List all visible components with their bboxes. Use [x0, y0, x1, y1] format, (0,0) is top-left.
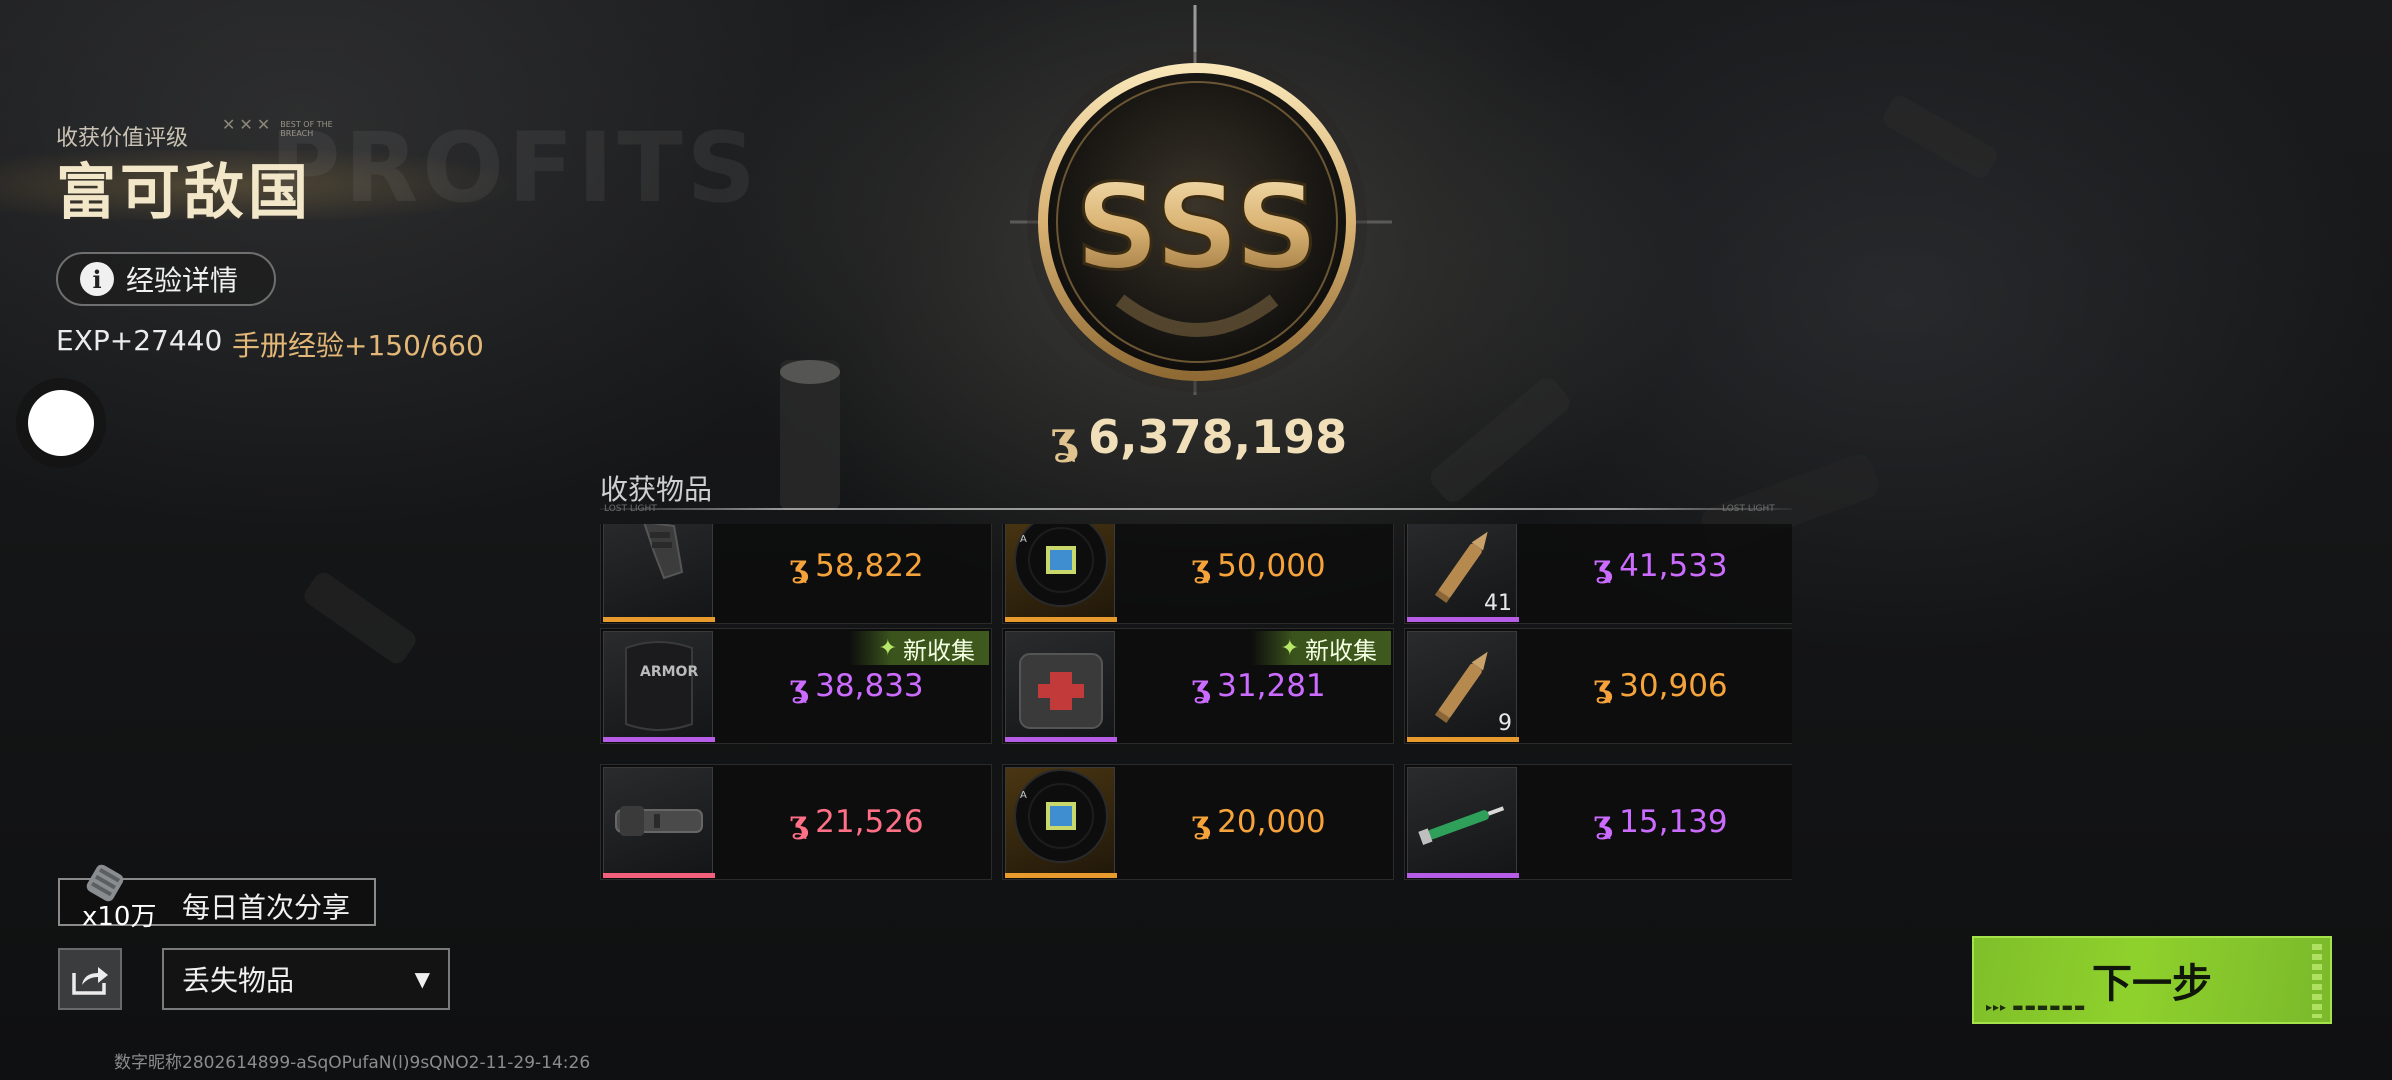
coin-icon: ʓ — [1191, 667, 1210, 705]
item-thumbnail — [1407, 767, 1517, 877]
item-card[interactable]: ʓ 15,139 — [1404, 764, 1792, 880]
item-thumbnail — [1005, 631, 1115, 741]
rarity-bar — [603, 873, 715, 878]
item-card[interactable]: ʓ 58,822 — [600, 524, 992, 624]
item-card[interactable]: 41 ʓ 41,533 — [1404, 524, 1792, 624]
rarity-bar — [1407, 737, 1519, 742]
item-price-value: 15,139 — [1619, 804, 1728, 840]
rarity-bar — [1005, 873, 1117, 878]
total-value-text: 6,378,198 — [1088, 410, 1348, 464]
item-thumbnail — [603, 767, 713, 877]
new-collection-label: 新收集 — [903, 636, 975, 665]
sparkle-icon: ✦ — [1280, 635, 1299, 661]
item-price-value: 58,822 — [815, 548, 924, 584]
item-thumbnail: A — [1005, 767, 1115, 877]
item-price: ʓ 31,281 — [1191, 667, 1326, 705]
new-collection-tag: ✦ 新收集 — [848, 631, 989, 665]
item-card[interactable]: Aʓ 50,000 — [1002, 524, 1394, 624]
floating-assistive-ball[interactable] — [28, 390, 94, 456]
rating-title: 富可敌国 — [56, 158, 312, 228]
exp-detail-button[interactable]: i 经验详情 — [56, 252, 276, 306]
total-value: ʓ 6,378,198 — [1050, 410, 1350, 464]
item-card[interactable]: Aʓ 20,000 — [1002, 764, 1394, 880]
item-quantity: 41 — [1484, 591, 1512, 616]
item-price-value: 20,000 — [1217, 804, 1326, 840]
info-icon: i — [80, 262, 114, 296]
coin-icon: ʓ — [789, 547, 808, 585]
item-thumbnail: 9 — [1407, 631, 1517, 741]
profits-watermark: PROFITS — [270, 112, 760, 224]
lost-light-tag-left: LOST LIGHT — [604, 504, 657, 514]
lost-items-dropdown[interactable]: 丢失物品 ▼ — [162, 948, 450, 1010]
item-quantity: 9 — [1498, 711, 1512, 736]
item-price: ʓ 21,526 — [789, 803, 924, 841]
coin-icon: ʓ — [1191, 547, 1210, 585]
item-price: ʓ 41,533 — [1593, 547, 1728, 585]
item-card[interactable]: ʓ 21,526 — [600, 764, 992, 880]
item-price: ʓ 15,139 — [1593, 803, 1728, 841]
coin-icon: ʓ — [1593, 667, 1612, 705]
rarity-bar — [603, 737, 715, 742]
exp-text: EXP+27440 — [56, 324, 223, 357]
rarity-bar — [1005, 737, 1117, 742]
daily-share-label: 每日首次分享 — [182, 891, 351, 924]
coin-icon: ʓ — [1593, 547, 1612, 585]
item-price: ʓ 20,000 — [1191, 803, 1326, 841]
best-of-badge: ✕✕✕ BEST OF THE BREACH — [222, 117, 336, 139]
sparkle-icon: ✦ — [878, 635, 897, 661]
grade-emblem: SSS — [1010, 5, 1392, 395]
next-stripe-decor — [2312, 944, 2322, 1018]
items-divider — [600, 508, 1792, 510]
coin-icon: ʓ — [1191, 803, 1210, 841]
grade-text: SSS — [1075, 158, 1319, 296]
best-of-text: BEST OF THE BREACH — [280, 120, 333, 138]
items-grid: ʓ 58,822 Aʓ 50,000 41 ʓ 41,533 ARMOR ʓ 38,833 ✦ 新收集… — [600, 524, 1792, 884]
lost-items-dropdown-value: 丢失物品 — [182, 964, 295, 997]
item-price-value: 38,833 — [815, 668, 924, 704]
rarity-bar — [1407, 873, 1519, 878]
item-price-value: 30,906 — [1619, 668, 1728, 704]
item-thumbnail: 41 — [1407, 524, 1517, 621]
share-button[interactable] — [58, 948, 122, 1010]
item-card[interactable]: 9 ʓ 30,906 — [1404, 628, 1792, 744]
item-price-value: 31,281 — [1217, 668, 1326, 704]
svg-text:A: A — [1020, 790, 1027, 801]
item-thumbnail — [603, 524, 713, 621]
items-section-label: 收获物品 — [600, 473, 713, 506]
share-icon — [72, 967, 108, 995]
dropdown-arrow-icon: ▼ — [414, 967, 430, 991]
next-step-button[interactable]: 下一步 ▸▸▸ ▬▬▬▬▬▬ — [1972, 936, 2332, 1024]
new-collection-label: 新收集 — [1305, 636, 1377, 665]
item-card[interactable]: ARMOR ʓ 38,833 ✦ 新收集 — [600, 628, 992, 744]
rarity-bar — [1005, 617, 1117, 622]
item-price-value: 21,526 — [815, 804, 924, 840]
svg-text:A: A — [1020, 534, 1027, 545]
rarity-bar — [1407, 617, 1519, 622]
item-thumbnail: ARMOR — [603, 631, 713, 741]
item-price: ʓ 38,833 — [789, 667, 924, 705]
reward-canister-icon — [86, 864, 124, 902]
item-card[interactable]: ʓ 31,281 ✦ 新收集 — [1002, 628, 1394, 744]
coin-icon: ʓ — [789, 667, 808, 705]
new-collection-tag: ✦ 新收集 — [1250, 631, 1391, 665]
next-step-label: 下一步 — [2092, 961, 2212, 1007]
next-dots-icon: ▸▸▸ ▬▬▬▬▬▬ — [1986, 1000, 2087, 1014]
item-price: ʓ 58,822 — [789, 547, 924, 585]
item-price-value: 41,533 — [1619, 548, 1728, 584]
item-thumbnail: A — [1005, 524, 1115, 621]
item-price: ʓ 30,906 — [1593, 667, 1728, 705]
svg-text:ARMOR: ARMOR — [640, 664, 698, 680]
rarity-bar — [603, 617, 715, 622]
coin-icon: ʓ — [1593, 803, 1612, 841]
coin-icon: ʓ — [789, 803, 808, 841]
item-price: ʓ 50,000 — [1191, 547, 1326, 585]
coin-icon: ʓ — [1050, 410, 1077, 464]
player-id-footer: 数字昵称2802614899-aSqOPufaN(l)9sQNO2-11-29-… — [114, 1053, 591, 1073]
handbook-exp-text: 手册经验+150/660 — [232, 329, 484, 362]
item-price-value: 50,000 — [1217, 548, 1326, 584]
exp-detail-label: 经验详情 — [126, 264, 239, 297]
lost-light-tag-right: LOST LIGHT — [1722, 504, 1775, 514]
